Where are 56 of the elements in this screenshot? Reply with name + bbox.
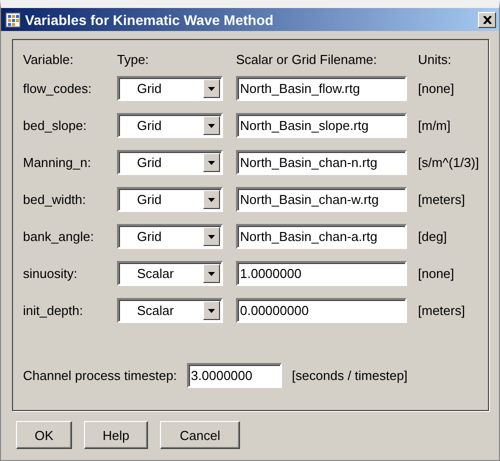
dropdown-arrow-button[interactable] bbox=[203, 79, 220, 98]
units-label: [none] bbox=[418, 266, 456, 281]
variable-label: bank_angle: bbox=[23, 229, 95, 244]
filename-field[interactable]: 0.00000000 bbox=[236, 298, 407, 323]
variable-label: Manning_n: bbox=[23, 155, 92, 170]
dropdown-arrow-button[interactable] bbox=[203, 190, 220, 209]
type-dropdown[interactable]: Grid bbox=[117, 150, 223, 175]
type-dropdown[interactable]: Scalar bbox=[117, 261, 223, 286]
variable-label: flow_codes: bbox=[23, 81, 93, 96]
dropdown-arrow-button[interactable] bbox=[203, 301, 220, 320]
units-label: [meters] bbox=[418, 192, 466, 207]
dropdown-arrow-button[interactable] bbox=[203, 264, 220, 283]
caret-icon bbox=[208, 86, 215, 90]
close-button[interactable] bbox=[478, 12, 496, 28]
type-dropdown[interactable]: Grid bbox=[117, 113, 223, 138]
dropdown-arrow-button[interactable] bbox=[203, 153, 220, 172]
close-icon bbox=[482, 16, 492, 24]
column-header: Type: bbox=[117, 52, 150, 67]
caret-icon bbox=[208, 198, 215, 202]
units-label: [m/m] bbox=[418, 118, 452, 133]
caret-icon bbox=[208, 160, 215, 164]
filename-field[interactable]: North_Basin_chan-a.rtg bbox=[236, 224, 407, 249]
filename-field[interactable]: North_Basin_chan-w.rtg bbox=[236, 187, 407, 212]
caret-icon bbox=[208, 124, 215, 128]
type-dropdown[interactable]: Grid bbox=[117, 187, 223, 212]
dialog-button[interactable]: OK bbox=[16, 421, 72, 449]
timestep-label: Channel process timestep: bbox=[23, 368, 177, 383]
filename-field[interactable]: North_Basin_chan-n.rtg bbox=[236, 150, 407, 175]
units-label: [meters] bbox=[418, 303, 466, 318]
caret-icon bbox=[208, 272, 215, 276]
filename-field[interactable]: North_Basin_flow.rtg bbox=[236, 76, 407, 101]
grid-icon bbox=[5, 12, 21, 28]
units-label: [deg] bbox=[418, 229, 448, 244]
type-dropdown[interactable]: Grid bbox=[117, 224, 223, 249]
dropdown-arrow-button[interactable] bbox=[203, 116, 220, 135]
variable-label: bed_slope: bbox=[23, 118, 88, 133]
dropdown-arrow-button[interactable] bbox=[203, 227, 220, 246]
type-dropdown[interactable]: Grid bbox=[117, 76, 223, 101]
variable-label: sinuosity: bbox=[23, 266, 78, 281]
column-header: Units: bbox=[418, 52, 452, 67]
column-header: Scalar or Grid Filename: bbox=[236, 52, 378, 67]
dialog-button[interactable]: Cancel bbox=[160, 421, 240, 449]
caret-icon bbox=[208, 308, 215, 312]
timestep-units-label: [seconds / timestep] bbox=[292, 368, 408, 383]
units-label: [none] bbox=[418, 81, 456, 96]
column-header: Variable: bbox=[23, 52, 74, 67]
dialog-button[interactable]: Help bbox=[84, 421, 148, 449]
variable-label: bed_width: bbox=[23, 192, 87, 207]
filename-field[interactable]: North_Basin_slope.rtg bbox=[236, 113, 407, 138]
filename-field[interactable]: 1.0000000 bbox=[236, 261, 407, 286]
timestep-field[interactable]: 3.0000000 bbox=[186, 363, 282, 388]
variable-label: init_depth: bbox=[23, 303, 84, 318]
units-label: [s/m^(1/3)] bbox=[418, 155, 479, 170]
caret-icon bbox=[208, 234, 215, 238]
window-title: Variables for Kinematic Wave Method bbox=[25, 12, 274, 28]
type-dropdown[interactable]: Scalar bbox=[117, 298, 223, 323]
